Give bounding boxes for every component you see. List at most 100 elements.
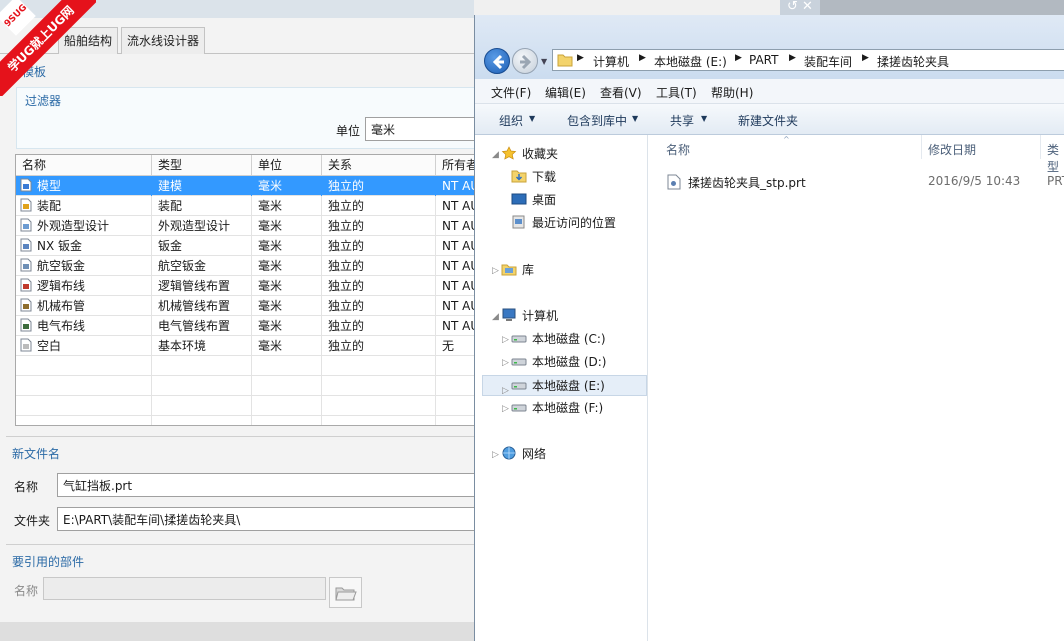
breadcrumb-arrow-icon[interactable]: ▶ xyxy=(735,53,742,63)
breadcrumb-computer[interactable]: 计算机 xyxy=(593,53,629,70)
share-button[interactable]: 共享 xyxy=(670,112,694,129)
command-bar: 组织 ▼ 包含到库中 ▼ 共享 ▼ 新建文件夹 xyxy=(475,104,1064,135)
cell-text: 毫米 xyxy=(258,299,283,313)
col-type-header[interactable]: 类型 xyxy=(1047,141,1064,175)
col-type-header[interactable]: 类型 xyxy=(152,155,252,176)
expand-arrow-icon[interactable]: ▷ xyxy=(492,266,499,276)
cell-text: NT AU xyxy=(442,199,474,213)
cell-text: NT AU xyxy=(442,179,474,193)
nav-drive-e[interactable]: ▷ 本地磁盘 (E:) xyxy=(482,375,647,396)
nav-computer[interactable]: 计算机 xyxy=(501,306,558,327)
organize-button[interactable]: 组织 xyxy=(499,112,523,129)
folder-input[interactable]: E:\PART\装配车间\揉搓齿轮夹具\ xyxy=(57,507,474,531)
cell-text: 装配 xyxy=(158,199,183,213)
table-row[interactable]: 空白 基本环境 毫米 独立的 无 xyxy=(16,336,474,356)
breadcrumb-assembly-shop[interactable]: 装配车间 xyxy=(804,53,852,70)
menu-bar: 文件(F) 编辑(E) 查看(V) 工具(T) 帮助(H) xyxy=(475,79,1064,104)
divider xyxy=(6,436,474,437)
expand-arrow-icon[interactable]: ▷ xyxy=(502,404,509,414)
cell-unit: 毫米 xyxy=(252,196,322,216)
col-relation-header[interactable]: 关系 xyxy=(322,155,436,176)
expand-arrow-icon[interactable]: ▷ xyxy=(502,335,509,345)
breadcrumb-arrow-icon[interactable]: ▶ xyxy=(577,53,584,63)
cell-text: 独立的 xyxy=(328,219,365,233)
table-row[interactable]: 电气布线 电气管线布置 毫米 独立的 NT AU xyxy=(16,316,474,336)
restore-close-controls[interactable]: ↺ ✕ xyxy=(780,0,820,15)
cell-text: 毫米 xyxy=(258,259,283,273)
cell-name: 空白 xyxy=(16,336,152,356)
expand-arrow-icon[interactable]: ◢ xyxy=(492,312,499,322)
expand-arrow-icon[interactable]: ▷ xyxy=(502,381,509,402)
nav-desktop[interactable]: 桌面 xyxy=(511,190,556,211)
unit-select[interactable]: 毫米 xyxy=(365,117,474,141)
expand-arrow-icon[interactable]: ▷ xyxy=(502,358,509,368)
cell-owner: NT AU xyxy=(436,316,474,336)
breadcrumb-fixture-folder[interactable]: 揉搓齿轮夹具 xyxy=(877,53,949,70)
address-bar[interactable]: ▶ 计算机 ▶ 本地磁盘 (E:) ▶ PART ▶ 装配车间 ▶ 揉搓齿轮夹具 xyxy=(552,49,1064,71)
table-row[interactable]: 机械布管 机械管线布置 毫米 独立的 NT AU xyxy=(16,296,474,316)
col-name-header[interactable]: 名称 xyxy=(666,141,690,158)
hard-drive-icon xyxy=(511,400,527,414)
breadcrumb-arrow-icon[interactable]: ▶ xyxy=(789,53,796,63)
breadcrumb-drive-e[interactable]: 本地磁盘 (E:) xyxy=(654,53,727,70)
expand-arrow-icon[interactable]: ◢ xyxy=(492,150,499,160)
table-row[interactable]: 逻辑布线 逻辑管线布置 毫米 独立的 NT AU xyxy=(16,276,474,296)
table-row[interactable]: 模型 建模 毫米 独立的 NT AU xyxy=(16,176,474,196)
menu-view[interactable]: 查看(V) xyxy=(600,84,642,101)
cell-relation xyxy=(322,356,436,376)
tab-line-designer[interactable]: 流水线设计器 xyxy=(121,27,206,54)
nav-downloads[interactable]: 下载 xyxy=(511,167,556,188)
nav-recent[interactable]: 最近访问的位置 xyxy=(511,213,616,234)
breadcrumb-arrow-icon[interactable]: ▶ xyxy=(639,53,646,63)
nav-drive-f-label: 本地磁盘 (F:) xyxy=(532,401,604,415)
cell-name: 装配 xyxy=(16,196,152,216)
file-row[interactable]: 揉搓齿轮夹具_stp.prt 2016/9/5 10:43 PRT xyxy=(667,172,1064,192)
cell-name xyxy=(16,396,152,416)
cell-owner xyxy=(436,396,474,416)
navigation-pane: ◢ 收藏夹 下载 桌面 最近访问的位置 ▷ 库 ◢ 计算机 ▷ 本地磁盘 (C:… xyxy=(475,135,648,641)
col-owner-header[interactable]: 所有者 xyxy=(436,155,474,176)
name-input[interactable]: 气缸挡板.prt xyxy=(57,473,474,497)
nav-drive-c[interactable]: 本地磁盘 (C:) xyxy=(511,329,606,350)
cell-name: 机械布管 xyxy=(16,296,152,316)
nav-drive-f[interactable]: 本地磁盘 (F:) xyxy=(511,398,603,419)
cell-text: 毫米 xyxy=(258,219,283,233)
menu-edit[interactable]: 编辑(E) xyxy=(545,84,586,101)
menu-help[interactable]: 帮助(H) xyxy=(711,84,753,101)
menu-file[interactable]: 文件(F) xyxy=(491,84,531,101)
breadcrumb-arrow-icon[interactable]: ▶ xyxy=(862,53,869,63)
nav-computer-label: 计算机 xyxy=(522,309,559,323)
nav-favorites[interactable]: 收藏夹 xyxy=(501,144,558,165)
cell-unit: 毫米 xyxy=(252,316,322,336)
cell-text: 独立的 xyxy=(328,299,365,313)
menu-tools[interactable]: 工具(T) xyxy=(656,84,697,101)
history-dropdown-icon[interactable]: ▼ xyxy=(541,57,547,66)
cell-owner: 无 xyxy=(436,336,474,356)
nav-desktop-label: 桌面 xyxy=(532,193,557,207)
hard-drive-icon xyxy=(511,378,527,392)
col-unit-header[interactable]: 单位 xyxy=(252,155,322,176)
nav-network[interactable]: 网络 xyxy=(501,444,546,465)
col-name-header[interactable]: 名称 xyxy=(16,155,152,176)
cell-text: 电气管线布置 xyxy=(158,319,231,333)
breadcrumb-part[interactable]: PART xyxy=(749,53,778,67)
nav-libraries[interactable]: 库 xyxy=(501,260,534,281)
forward-button[interactable] xyxy=(512,48,538,74)
file-modified-date: 2016/9/5 10:43 xyxy=(928,174,1021,188)
new-folder-button[interactable]: 新建文件夹 xyxy=(738,112,798,129)
expand-arrow-icon[interactable]: ▷ xyxy=(492,450,499,460)
back-button[interactable] xyxy=(484,48,510,74)
table-row[interactable]: 外观造型设计 外观造型设计 毫米 独立的 NT AU xyxy=(16,216,474,236)
nav-libraries-label: 库 xyxy=(522,263,535,277)
col-date-header[interactable]: 修改日期 xyxy=(928,141,976,158)
ref-part-input[interactable] xyxy=(43,577,326,600)
browse-button[interactable] xyxy=(329,577,362,608)
cell-relation xyxy=(322,416,436,425)
nav-drive-d[interactable]: 本地磁盘 (D:) xyxy=(511,352,606,373)
computer-icon xyxy=(501,308,517,322)
table-row[interactable]: NX 钣金 钣金 毫米 独立的 NT AU xyxy=(16,236,474,256)
table-row[interactable]: 装配 装配 毫米 独立的 NT AU xyxy=(16,196,474,216)
include-in-library-button[interactable]: 包含到库中 xyxy=(567,112,627,129)
folder-open-icon xyxy=(334,587,357,600)
table-row[interactable]: 航空钣金 航空钣金 毫米 独立的 NT AU xyxy=(16,256,474,276)
